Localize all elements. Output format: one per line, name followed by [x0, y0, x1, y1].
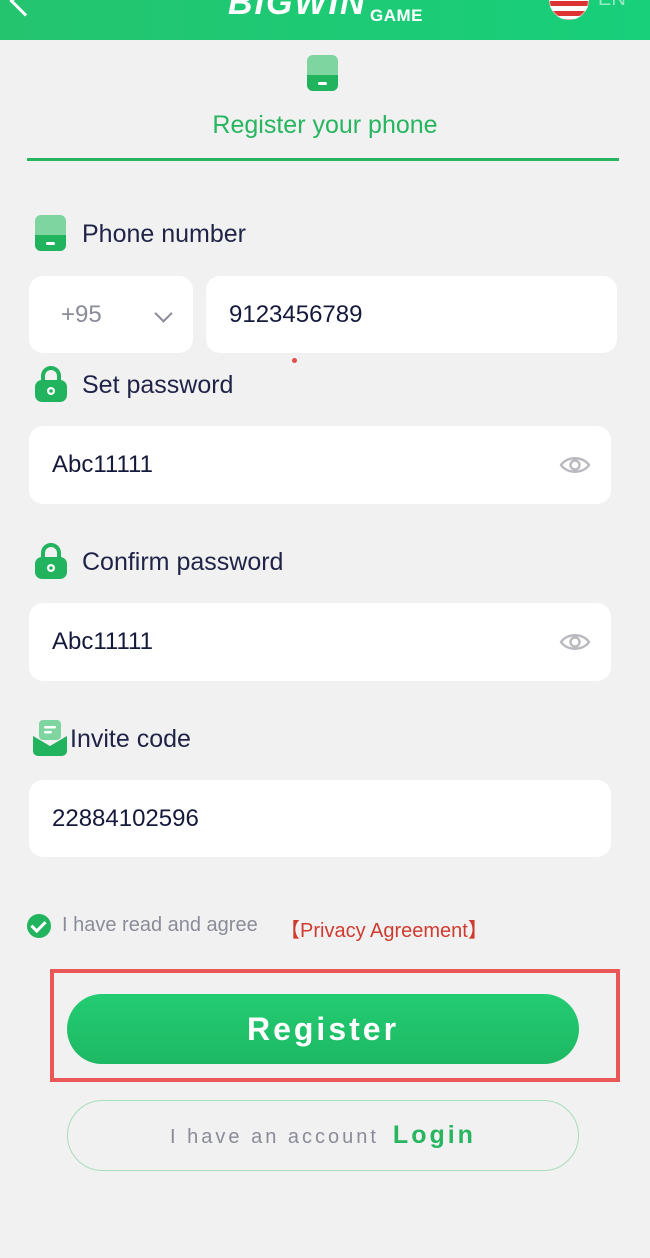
confirm-password-value: Abc11111	[52, 628, 153, 655]
invite-envelope-icon	[33, 720, 67, 756]
password-input[interactable]: Abc11111	[29, 426, 611, 504]
lock-icon	[35, 366, 67, 402]
us-flag-icon[interactable]	[549, 0, 589, 20]
back-icon[interactable]	[9, 0, 41, 17]
agree-checkbox[interactable]	[27, 914, 51, 938]
red-dot	[292, 358, 297, 363]
logo-subtitle: GAME	[370, 6, 423, 25]
eye-icon[interactable]	[559, 454, 591, 476]
have-account-text: I have an account	[170, 1126, 379, 1148]
invite-code-value: 22884102596	[52, 804, 199, 832]
phone-icon	[307, 55, 338, 91]
phone-number-input[interactable]: 9123456789	[206, 276, 617, 353]
chevron-down-icon	[154, 304, 173, 323]
country-code-value: +95	[61, 300, 102, 328]
phone-number-value: 9123456789	[229, 300, 363, 328]
country-code-select[interactable]: +95	[29, 276, 193, 353]
tab-register-phone[interactable]: Register your phone	[0, 111, 650, 140]
eye-icon[interactable]	[559, 631, 591, 653]
agree-text: I have read and agree	[62, 914, 258, 936]
logo: BIGWIN	[228, 0, 367, 22]
phone-icon	[35, 215, 66, 251]
top-bar: BIGWIN GAME EN	[0, 0, 650, 40]
tab-underline	[27, 158, 619, 161]
lock-icon	[35, 543, 67, 579]
phone-number-label: Phone number	[82, 220, 247, 248]
language-label[interactable]: EN	[598, 0, 626, 11]
invite-code-input[interactable]: 22884102596	[29, 780, 611, 857]
privacy-agreement-link[interactable]: 【Privacy Agreement】	[280, 914, 488, 943]
confirm-password-label: Confirm password	[82, 548, 284, 576]
confirm-password-input[interactable]: Abc11111	[29, 603, 611, 681]
invite-code-label: Invite code	[70, 725, 191, 753]
set-password-label: Set password	[82, 371, 234, 399]
register-button[interactable]: Register	[67, 994, 579, 1064]
password-value: Abc11111	[52, 451, 153, 478]
login-button[interactable]: I have an account Login	[67, 1100, 579, 1171]
login-label: Login	[392, 1121, 476, 1149]
